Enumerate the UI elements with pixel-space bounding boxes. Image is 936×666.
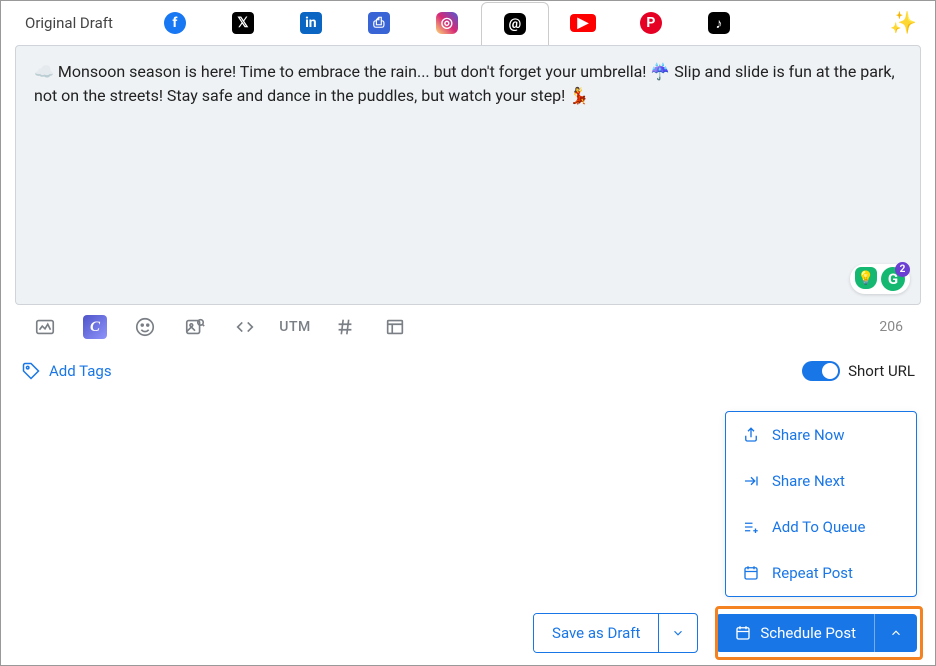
instagram-icon: ◎: [436, 12, 458, 34]
tab-tiktok[interactable]: ♪: [685, 1, 753, 45]
short-url-label: Short URL: [848, 362, 915, 380]
menu-repeat-post[interactable]: Repeat Post: [726, 550, 916, 596]
schedule-post-button[interactable]: Schedule Post: [716, 614, 874, 652]
youtube-icon: ▶: [570, 14, 596, 32]
save-draft-group: Save as Draft: [533, 613, 698, 653]
tab-linkedin[interactable]: in: [277, 1, 345, 45]
post-editor[interactable]: ☁️ Monsoon season is here! Time to embra…: [15, 45, 921, 305]
tab-youtube[interactable]: ▶: [549, 1, 617, 45]
arrow-right-stop-icon: [742, 472, 760, 490]
editor-wrap: ☁️ Monsoon season is here! Time to embra…: [15, 45, 921, 347]
platform-tabs: f 𝕏 in ⎙ ◎ @ ▶ P ♪: [141, 1, 753, 45]
menu-label: Add To Queue: [772, 518, 865, 536]
image-search-icon[interactable]: [183, 315, 207, 339]
gmb-icon: ⎙: [368, 12, 390, 34]
save-draft-button[interactable]: Save as Draft: [534, 614, 658, 652]
facebook-icon: f: [164, 12, 186, 34]
save-draft-dropdown[interactable]: [658, 614, 697, 652]
hashtag-icon[interactable]: [333, 315, 357, 339]
menu-share-now[interactable]: Share Now: [726, 412, 916, 458]
post-text[interactable]: ☁️ Monsoon season is here! Time to embra…: [16, 46, 920, 120]
chevron-up-icon: [889, 626, 903, 640]
tab-gmb[interactable]: ⎙: [345, 1, 413, 45]
menu-share-next[interactable]: Share Next: [726, 458, 916, 504]
short-url-toggle-group: Short URL: [802, 361, 915, 381]
tab-threads[interactable]: @: [481, 2, 549, 46]
utm-button[interactable]: UTM: [283, 315, 307, 339]
pinterest-icon: P: [640, 12, 662, 34]
platform-tab-row: Original Draft f 𝕏 in ⎙ ◎ @ ▶ P ♪ ✨: [1, 1, 935, 45]
threads-icon: @: [504, 13, 526, 35]
schedule-group: Schedule Post: [716, 614, 917, 652]
grammarly-icon: G 2: [881, 267, 905, 291]
grammarly-badge[interactable]: 💡 G 2: [850, 264, 910, 294]
tab-instagram[interactable]: ◎: [413, 1, 481, 45]
calendar-repeat-icon: [742, 564, 760, 582]
x-icon: 𝕏: [232, 12, 254, 34]
tab-pinterest[interactable]: P: [617, 1, 685, 45]
code-icon[interactable]: [233, 315, 257, 339]
template-icon[interactable]: [383, 315, 407, 339]
tags-row: Add Tags Short URL: [1, 347, 935, 395]
tab-facebook[interactable]: f: [141, 1, 209, 45]
grammarly-count: 2: [895, 262, 910, 277]
short-url-toggle[interactable]: [802, 361, 840, 381]
linkedin-icon: in: [300, 12, 322, 34]
composer-frame: Original Draft f 𝕏 in ⎙ ◎ @ ▶ P ♪ ✨ ☁️ M…: [0, 0, 936, 666]
tiktok-icon: ♪: [708, 12, 730, 34]
tag-icon: [21, 361, 41, 381]
ai-sparkle-icon[interactable]: ✨: [890, 11, 917, 36]
original-draft-tab[interactable]: Original Draft: [25, 14, 113, 32]
emoji-icon[interactable]: [133, 315, 157, 339]
schedule-dropdown-toggle[interactable]: [874, 614, 917, 652]
menu-label: Share Next: [772, 472, 845, 490]
menu-label: Share Now: [772, 426, 844, 444]
schedule-label: Schedule Post: [760, 624, 856, 642]
share-icon: [742, 426, 760, 444]
list-plus-icon: [742, 518, 760, 536]
add-tags-button[interactable]: Add Tags: [21, 361, 112, 381]
chevron-down-icon: [671, 626, 685, 640]
tab-x[interactable]: 𝕏: [209, 1, 277, 45]
calendar-icon: [734, 624, 752, 642]
bottom-action-bar: Save as Draft Schedule Post: [533, 613, 917, 653]
char-count: 206: [879, 319, 903, 335]
media-stats-icon[interactable]: [33, 315, 57, 339]
add-tags-label: Add Tags: [49, 362, 112, 380]
canva-icon[interactable]: C: [83, 315, 107, 339]
schedule-dropdown-menu: Share Now Share Next Add To Queue Repeat…: [725, 411, 917, 597]
menu-add-queue[interactable]: Add To Queue: [726, 504, 916, 550]
menu-label: Repeat Post: [772, 564, 853, 582]
editor-toolbar: C UTM 206: [15, 305, 921, 347]
grammarly-lamp-icon: 💡: [855, 267, 877, 289]
